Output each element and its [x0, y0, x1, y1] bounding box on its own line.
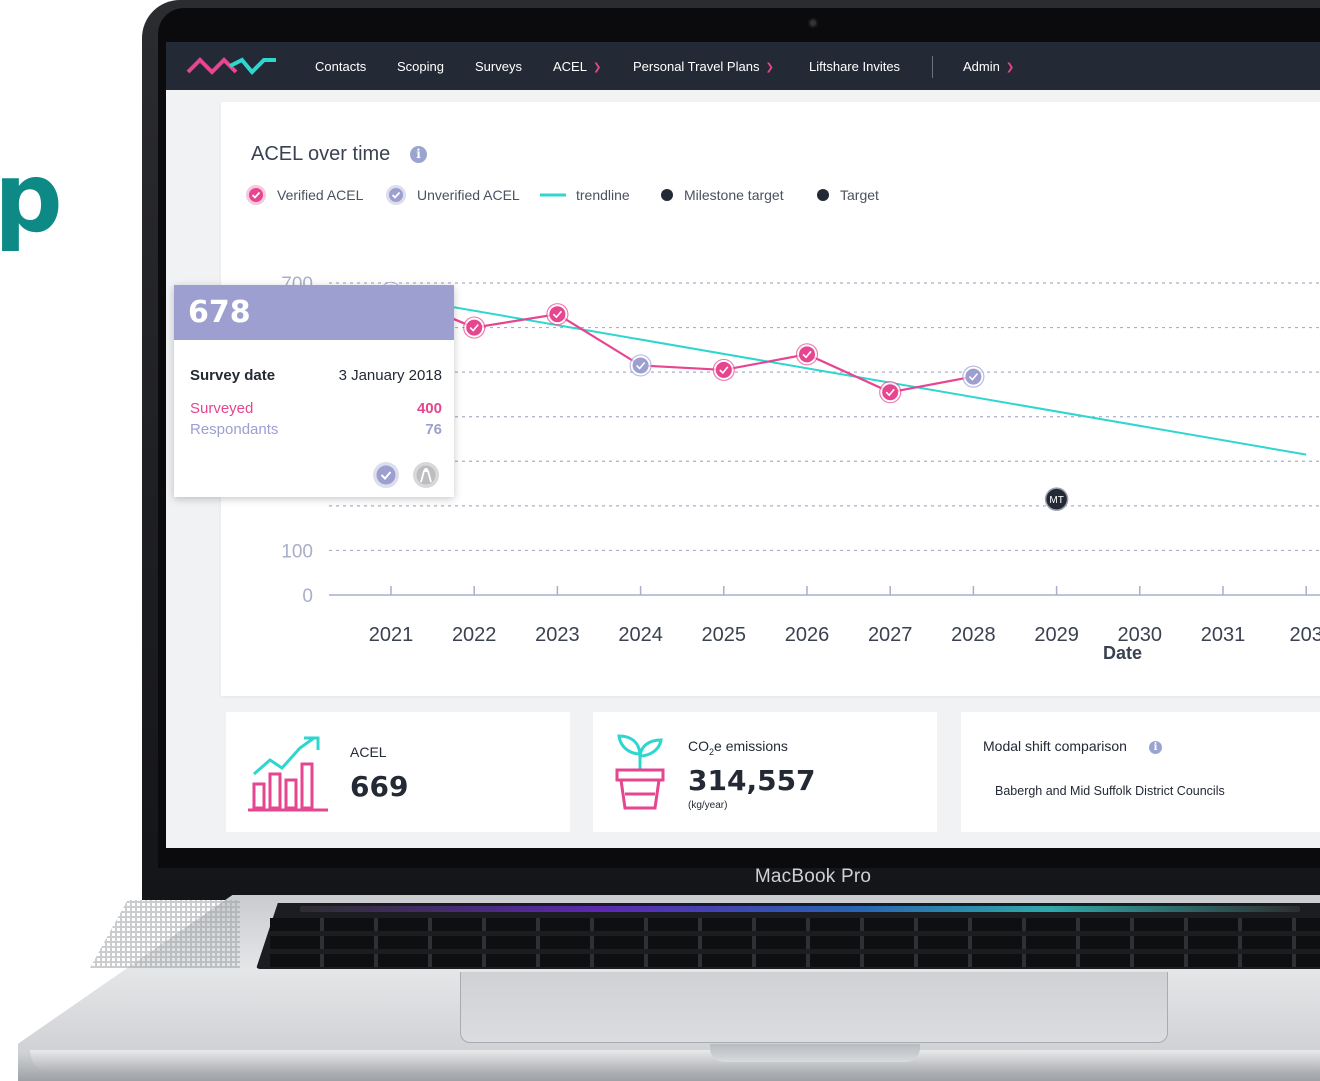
chevron-down-icon: ❯ — [592, 62, 602, 73]
nav-liftshare-invites[interactable]: Liftshare Invites — [809, 59, 900, 74]
nav-label: Contacts — [315, 59, 367, 74]
survey-date-value: 3 January 2018 — [338, 367, 442, 384]
y-tick-label: 100 — [281, 541, 313, 562]
person-circle-icon[interactable] — [412, 461, 440, 489]
trackpad — [460, 972, 1168, 1043]
laptop-lip — [30, 1050, 1320, 1075]
brand-letter: p — [0, 142, 63, 254]
x-tick-label: 2027 — [868, 624, 913, 646]
check-circle-icon[interactable] — [372, 461, 400, 489]
modal-shift-card: Modal shift comparison i Babergh and Mid… — [961, 712, 1320, 832]
tooltip-value: 678 — [174, 285, 454, 340]
device-label: MacBook Pro — [754, 866, 872, 887]
x-axis-title: Date — [1103, 643, 1143, 663]
nav-admin[interactable]: Admin ❯ — [963, 59, 1014, 74]
x-tick-label: 2028 — [951, 624, 996, 646]
x-tick-label: 203 — [1290, 624, 1320, 646]
co2-label-suffix: e emissions — [714, 738, 788, 754]
co2-stat-unit: (kg/year) — [688, 800, 728, 811]
x-tick-label: 2029 — [1034, 624, 1079, 646]
nav-label: Scoping — [397, 59, 444, 74]
trendline — [390, 295, 1307, 456]
nav-contacts[interactable]: Contacts — [315, 59, 366, 74]
survey-date-label: Survey date — [190, 367, 276, 384]
camera-icon — [810, 20, 816, 26]
lid-notch — [710, 1044, 920, 1062]
verified-data-point — [882, 384, 899, 401]
x-tick-label: 2026 — [785, 624, 830, 646]
acel-stat-card: ACEL 669 — [226, 712, 570, 832]
surveyed-value: 400 — [416, 400, 442, 417]
plant-pot-icon — [615, 734, 665, 810]
x-tick-label: 2023 — [535, 624, 580, 646]
logo-icon[interactable] — [186, 54, 278, 78]
top-nav: Contacts Scoping Surveys ACEL ❯ Personal … — [166, 42, 1320, 90]
chevron-down-icon: ❯ — [1005, 62, 1015, 73]
key-row — [270, 936, 1320, 949]
key-row — [270, 954, 1320, 967]
verified-data-point — [799, 346, 815, 363]
modal-shift-title: Modal shift comparison — [983, 738, 1127, 754]
nav-scoping[interactable]: Scoping — [397, 59, 444, 74]
nav-label: Personal Travel Plans — [633, 59, 760, 74]
acel-stat-value: 669 — [350, 770, 409, 803]
verified-data-point — [715, 361, 732, 378]
key-row — [270, 918, 1320, 931]
bar-chart-growth-icon — [248, 736, 328, 812]
nav-label: Liftshare Invites — [809, 59, 901, 74]
co2-label-co: CO — [688, 738, 709, 754]
nav-surveys[interactable]: Surveys — [475, 59, 522, 74]
info-icon[interactable]: i — [1149, 741, 1162, 754]
nav-label: Surveys — [475, 59, 522, 74]
speaker-grille — [90, 900, 240, 968]
respondants-value: 76 — [425, 421, 442, 438]
y-tick-label: 0 — [302, 586, 313, 607]
respondants-label: Respondants — [190, 421, 279, 438]
milestone-target-label: MT — [1049, 495, 1063, 506]
x-tick-label: 2022 — [452, 624, 497, 646]
nav-label: ACEL — [553, 59, 587, 74]
x-tick-label: 2025 — [702, 624, 747, 646]
nav-divider — [932, 56, 933, 78]
x-tick-label: 2021 — [369, 624, 414, 646]
modal-shift-org: Babergh and Mid Suffolk District Council… — [995, 784, 1225, 798]
acel-series-line — [390, 291, 974, 394]
unverified-data-point — [965, 368, 982, 385]
unverified-data-point — [632, 357, 649, 374]
nav-label: Admin — [963, 59, 1000, 74]
co2-stat-label: CO2e emissions — [688, 738, 788, 757]
surveyed-label: Surveyed — [190, 400, 254, 417]
nav-acel[interactable]: ACEL ❯ — [553, 59, 601, 74]
acel-stat-label: ACEL — [350, 744, 387, 760]
nav-personal-travel-plans[interactable]: Personal Travel Plans ❯ — [633, 59, 774, 74]
x-tick-label: 2024 — [618, 624, 663, 646]
touch-bar — [300, 906, 1300, 912]
verified-data-point — [466, 319, 483, 336]
chevron-down-icon: ❯ — [765, 62, 774, 73]
verified-data-point — [549, 306, 566, 323]
co2-stat-card: CO2e emissions 314,557 (kg/year) — [593, 712, 937, 832]
co2-stat-value: 314,557 — [688, 764, 816, 797]
data-point-tooltip: 678 Survey date 3 January 2018 Surveyed … — [174, 285, 454, 497]
x-tick-label: 2031 — [1201, 624, 1246, 646]
